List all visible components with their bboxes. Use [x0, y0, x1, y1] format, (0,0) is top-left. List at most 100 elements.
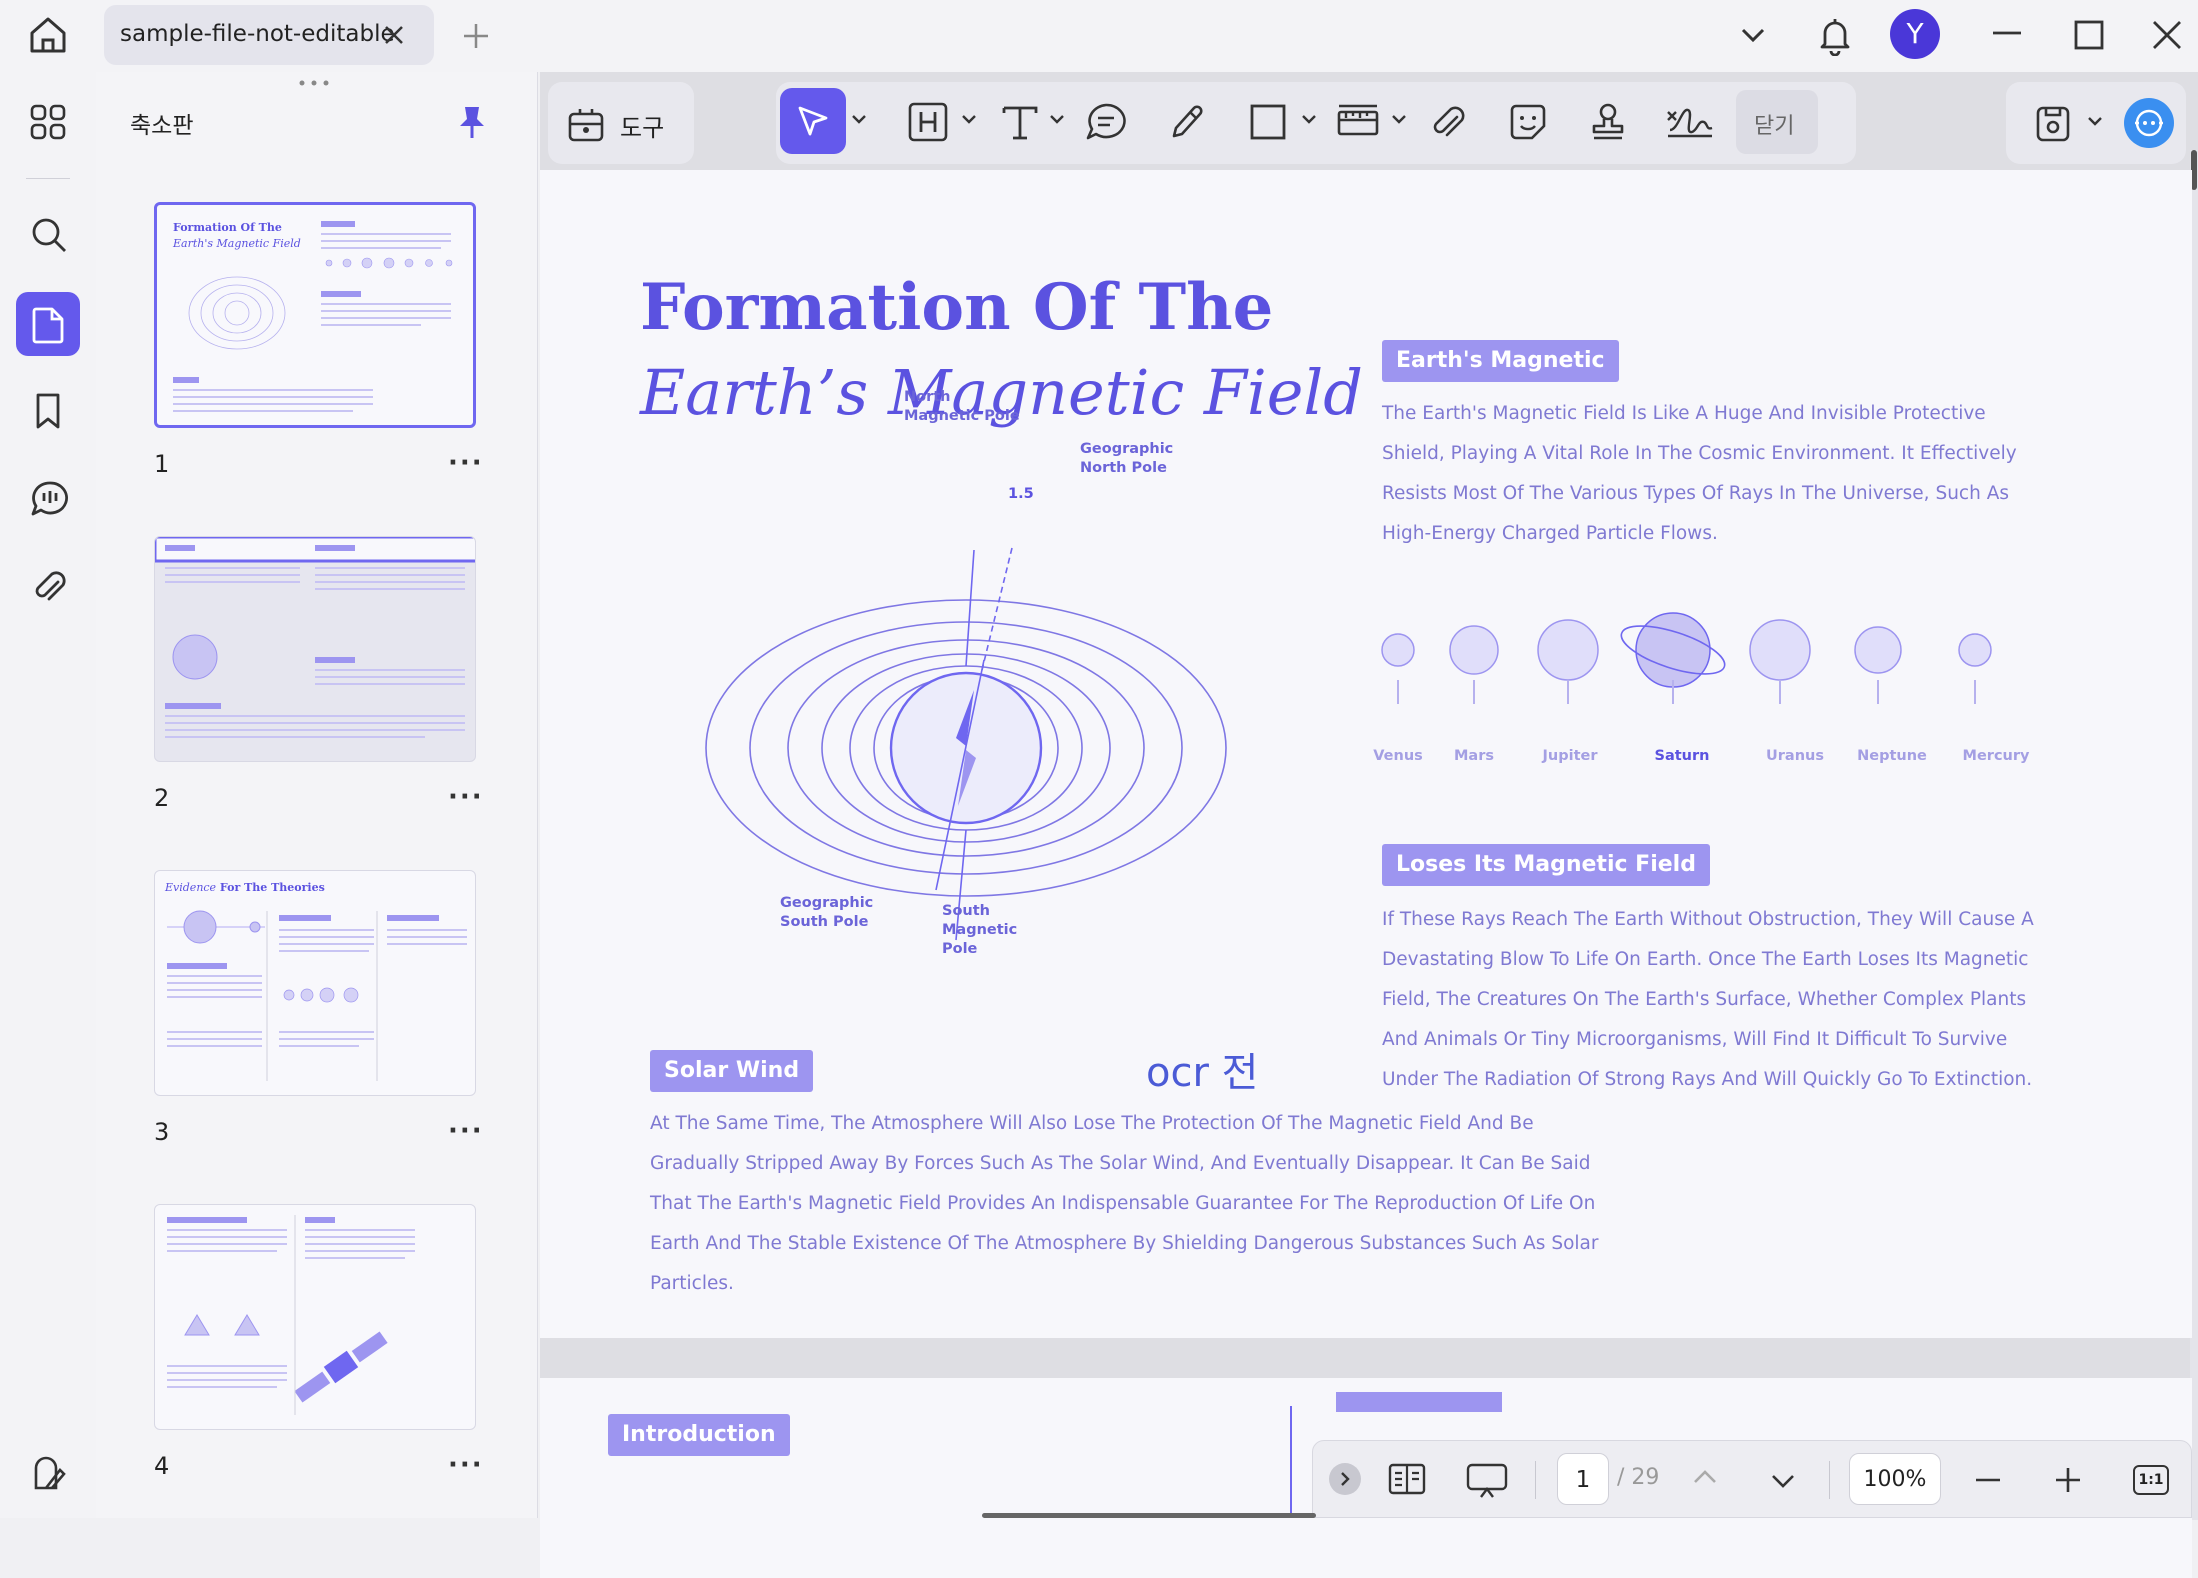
panel-drag-handle[interactable] — [296, 80, 332, 86]
thumbnail-panel: 축소판 Formation Of The Earth's Magnetic Fi… — [96, 72, 538, 1518]
actual-size-button[interactable]: 1:1 — [2133, 1465, 2169, 1495]
thumbnails-button[interactable] — [16, 292, 80, 356]
page-icon — [32, 307, 64, 344]
avatar[interactable]: Y — [1890, 9, 1940, 59]
section-heading-introduction: Introduction — [608, 1414, 790, 1456]
all-tools-button[interactable] — [16, 90, 80, 154]
diagram-angle-label: 1.5 — [1008, 486, 1034, 502]
close-toolbar-label: 닫기 — [1754, 114, 1795, 139]
diag-smp-l1: South — [942, 903, 990, 919]
palette-icon — [34, 1456, 66, 1490]
planets-illustration — [1381, 612, 1992, 704]
tools-group: 도구 — [548, 82, 694, 164]
collapse-navbar-button[interactable] — [1329, 1463, 1361, 1495]
stamp-tool-icon[interactable] — [1586, 100, 1630, 144]
sticker-tool-icon[interactable] — [1506, 100, 1550, 144]
next-page-icon[interactable] — [1769, 1471, 1797, 1491]
text-tool-icon[interactable] — [998, 100, 1042, 144]
bell-icon[interactable] — [1816, 14, 1854, 56]
pin-icon[interactable] — [458, 104, 486, 140]
thumbnail-more-button[interactable]: ··· — [448, 1116, 484, 1146]
zoom-out-icon[interactable] — [1975, 1477, 2001, 1483]
comments-button[interactable] — [16, 466, 80, 530]
attachment-tool-icon[interactable] — [1426, 100, 1470, 144]
planet-label: Saturn — [1654, 748, 1710, 764]
shape-dropdown-chevron-icon[interactable] — [1300, 112, 1318, 126]
diag-gnp-l2: North Pole — [1080, 460, 1167, 476]
theme-button[interactable] — [16, 1442, 80, 1506]
section-heading-loses-magnetic-field: Loses Its Magnetic Field — [1382, 844, 1710, 886]
zoom-in-icon[interactable] — [2055, 1467, 2081, 1493]
close-window-icon[interactable] — [2152, 20, 2182, 50]
ocr-label: ocr 전 — [1146, 1050, 1259, 1096]
shape-tool-icon[interactable] — [1246, 100, 1290, 144]
text-dropdown-chevron-icon[interactable] — [1048, 112, 1066, 126]
highlight-tool-icon[interactable] — [906, 100, 950, 144]
planet-label: Neptune — [1857, 748, 1927, 764]
diag-nmp-l2: Magnetic Pole — [904, 408, 1020, 424]
two-page-view-icon[interactable] — [1387, 1461, 1427, 1497]
thumb-2-preview — [155, 537, 475, 738]
comment-tool-icon[interactable] — [1084, 100, 1128, 144]
page-2-divider — [1290, 1406, 1292, 1518]
search-icon — [32, 218, 66, 252]
grid-icon — [30, 104, 66, 140]
comment-icon — [31, 481, 68, 516]
thumbnail-page-4[interactable] — [154, 1204, 476, 1430]
thumbnail-more-button[interactable]: ··· — [448, 782, 484, 812]
chevron-down-icon[interactable] — [1738, 22, 1768, 48]
save-dropdown-chevron-icon[interactable] — [2086, 114, 2104, 128]
page-2-heading-bar — [1336, 1392, 1502, 1412]
highlight-dropdown-chevron-icon[interactable] — [960, 112, 978, 126]
planet-label: Venus — [1373, 748, 1423, 764]
diagram-label-geographic-north-pole: Geographic North Pole — [1080, 440, 1173, 478]
paperclip-icon — [35, 571, 66, 601]
diag-smp-l2: Magnetic — [942, 922, 1018, 938]
diag-gnp-l1: Geographic — [1080, 441, 1174, 457]
attachments-button[interactable] — [16, 552, 80, 616]
horizontal-scrollbar-thumb[interactable] — [982, 1513, 1316, 1518]
title-bar: sample-file-not-editable Y — [0, 0, 2198, 72]
document-tab[interactable]: sample-file-not-editable — [104, 5, 434, 65]
section-body-solar-wind: At The Same Time, The Atmosphere Will Al… — [650, 1113, 1599, 1294]
total-pages-label: / 29 — [1617, 1465, 1660, 1490]
document-title-line-1: Formation Of The — [640, 270, 1274, 345]
current-page-input[interactable]: 1 — [1557, 1453, 1609, 1505]
close-tab-icon[interactable] — [382, 23, 406, 47]
thumbnail-page-number: 4 — [154, 1452, 170, 1480]
section-heading-earths-magnetic: Earth's Magnetic — [1382, 340, 1619, 382]
new-tab-icon[interactable] — [462, 22, 490, 50]
bookmarks-button[interactable] — [16, 378, 80, 442]
zoom-level-input[interactable]: 100% — [1849, 1453, 1941, 1505]
save-icon[interactable] — [2034, 102, 2072, 144]
tools-label[interactable]: 도구 — [620, 108, 664, 143]
measure-tool-icon[interactable] — [1336, 100, 1380, 144]
thumbnail-page-3[interactable]: Evidence For The Theories — [154, 870, 476, 1096]
thumbnail-page-1[interactable]: Formation Of The Earth's Magnetic Field — [154, 202, 476, 428]
thumbnail-more-button[interactable]: ··· — [448, 1450, 484, 1480]
select-dropdown-chevron-icon[interactable] — [850, 112, 868, 126]
thumbnail-page-2[interactable] — [154, 536, 476, 762]
home-icon[interactable] — [22, 13, 74, 57]
diag-gsp-l2: South Pole — [780, 914, 869, 930]
ai-assistant-button[interactable] — [2124, 98, 2174, 148]
cursor-icon — [798, 106, 828, 136]
thumbnail-page-number: 1 — [154, 450, 170, 478]
navbar-divider — [1535, 1461, 1536, 1499]
measure-dropdown-chevron-icon[interactable] — [1390, 112, 1408, 126]
chevron-right-icon — [1341, 1472, 1350, 1486]
previous-page-icon[interactable] — [1691, 1467, 1719, 1487]
signature-tool-icon[interactable] — [1664, 100, 1716, 144]
thumbnail-more-button[interactable]: ··· — [448, 448, 484, 478]
diag-smp-l3: Pole — [942, 941, 978, 957]
planet-label: Jupiter — [1542, 748, 1598, 764]
close-toolbar-button[interactable]: 닫기 — [1736, 90, 1818, 154]
select-tool-button[interactable] — [780, 88, 846, 154]
magnetic-field-diagram — [705, 547, 1227, 941]
minimize-icon[interactable] — [1992, 30, 2022, 36]
presentation-icon[interactable] — [1465, 1461, 1509, 1499]
pencil-tool-icon[interactable] — [1166, 100, 1210, 144]
tools-icon[interactable] — [566, 104, 606, 144]
search-button[interactable] — [16, 202, 80, 266]
maximize-icon[interactable] — [2074, 20, 2104, 50]
